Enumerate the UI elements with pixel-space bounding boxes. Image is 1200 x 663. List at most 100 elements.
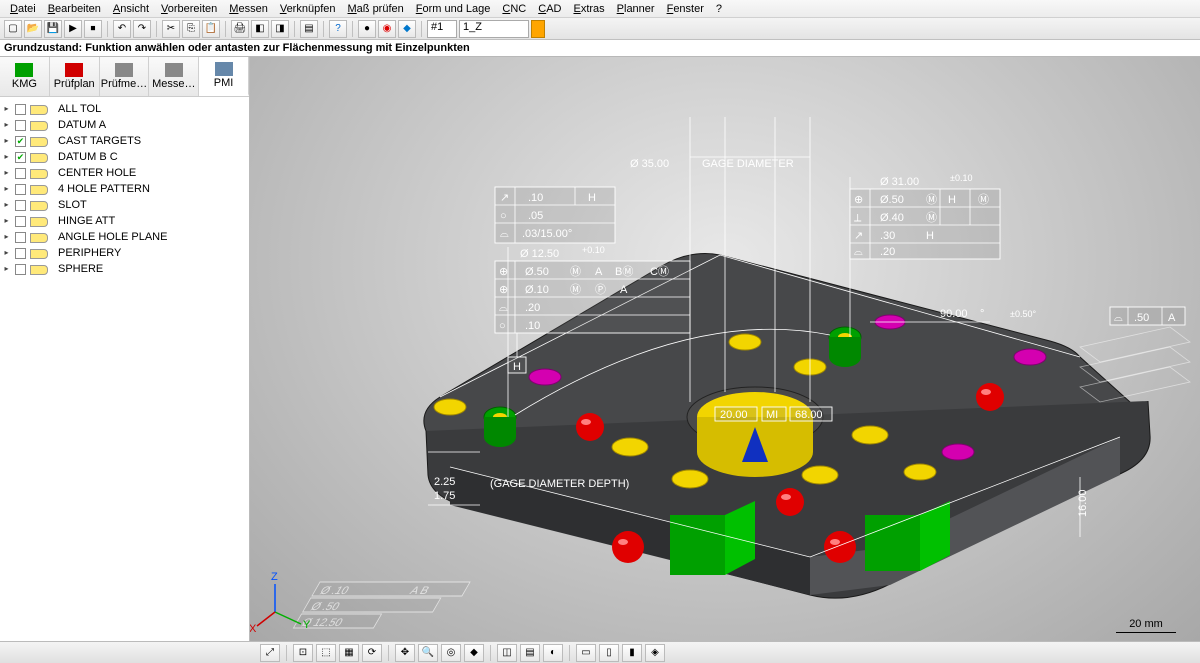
side-tab-messe[interactable]: Messe…: [149, 57, 199, 96]
view-top[interactable]: ▭: [576, 644, 596, 662]
tree-row[interactable]: ▸ANGLE HOLE PLANE: [0, 229, 249, 245]
checkbox[interactable]: [15, 120, 26, 131]
tb-open[interactable]: 📂: [24, 20, 42, 38]
checkbox[interactable]: [15, 248, 26, 259]
coord-dropdown[interactable]: [531, 20, 545, 38]
expander-icon[interactable]: ▸: [2, 265, 11, 274]
expander-icon[interactable]: ▸: [2, 217, 11, 226]
side-tab-prfplan[interactable]: Prüfplan: [50, 57, 100, 96]
view-flag-icon: [30, 231, 54, 243]
view-pan[interactable]: ✥: [395, 644, 415, 662]
svg-text:↗: ↗: [500, 192, 509, 204]
tree-row[interactable]: ▸SPHERE: [0, 261, 249, 277]
svg-text:○: ○: [499, 320, 506, 332]
checkbox[interactable]: ✔: [15, 152, 26, 163]
expander-icon[interactable]: ▸: [2, 105, 11, 114]
expander-icon[interactable]: ▸: [2, 169, 11, 178]
tb-probe[interactable]: ●: [358, 20, 376, 38]
view-orbit[interactable]: ◎: [441, 644, 461, 662]
expander-icon[interactable]: ▸: [2, 121, 11, 130]
callout-diameter-35: Ø 35.00: [630, 158, 669, 170]
view-iso[interactable]: ⬚: [316, 644, 336, 662]
cad-viewport[interactable]: Ø 35.00 GAGE DIAMETER ↗ .10 H ○ .05 ⌓ .0…: [250, 57, 1200, 641]
view-rotate[interactable]: ⟳: [362, 644, 382, 662]
svg-text:Y: Y: [303, 619, 311, 631]
expander-icon[interactable]: ▸: [2, 249, 11, 258]
svg-text:BⓂ: BⓂ: [615, 265, 633, 278]
menu-extras[interactable]: Extras: [567, 2, 610, 16]
view-right[interactable]: ▮: [622, 644, 642, 662]
tb-redo[interactable]: ↷: [133, 20, 151, 38]
tb-elem1[interactable]: ◧: [251, 20, 269, 38]
menu-fenster[interactable]: Fenster: [661, 2, 710, 16]
expander-icon[interactable]: ▸: [2, 233, 11, 242]
tb-undo[interactable]: ↶: [113, 20, 131, 38]
tree-row[interactable]: ▸PERIPHERY: [0, 245, 249, 261]
tree-row[interactable]: ▸CENTER HOLE: [0, 165, 249, 181]
menu-datei[interactable]: Datei: [4, 2, 42, 16]
view-probe[interactable]: ◆: [464, 644, 484, 662]
view-section[interactable]: ◫: [497, 644, 517, 662]
view-flag-icon: [30, 135, 54, 147]
svg-text:Ⓟ: Ⓟ: [595, 283, 606, 296]
view-persp[interactable]: ◈: [645, 644, 665, 662]
tb-save[interactable]: 💾: [44, 20, 62, 38]
checkbox[interactable]: [15, 200, 26, 211]
checkbox[interactable]: [15, 264, 26, 275]
menu-vorbereiten[interactable]: Vorbereiten: [155, 2, 223, 16]
checkbox[interactable]: [15, 184, 26, 195]
main-toolbar: ▢ 📂 💾 ▶ ⏹ ↶ ↷ ✂ ⎘ 📋 🖨 ◧ ◨ ▤ ? ● ◉ ◆ #1 1…: [0, 18, 1200, 40]
tb-probe2[interactable]: ◉: [378, 20, 396, 38]
tree-row[interactable]: ▸HINGE ATT: [0, 213, 249, 229]
expander-icon[interactable]: ▸: [2, 153, 11, 162]
tb-print[interactable]: 🖨: [231, 20, 249, 38]
tree-row[interactable]: ▸✔DATUM B C: [0, 149, 249, 165]
tb-new[interactable]: ▢: [4, 20, 22, 38]
tb-run[interactable]: ▶: [64, 20, 82, 38]
view-layers[interactable]: ▤: [520, 644, 540, 662]
tree-row[interactable]: ▸DATUM A: [0, 117, 249, 133]
side-tab-prfme[interactable]: Prüfme…: [100, 57, 150, 96]
tree-label: SLOT: [58, 199, 87, 211]
tree-row[interactable]: ▸✔CAST TARGETS: [0, 133, 249, 149]
tb-copy[interactable]: ⎘: [182, 20, 200, 38]
tree-row[interactable]: ▸ALL TOL: [0, 101, 249, 117]
side-tab-kmg[interactable]: KMG: [0, 57, 50, 96]
view-front[interactable]: ▯: [599, 644, 619, 662]
checkbox[interactable]: ✔: [15, 136, 26, 147]
view-fit[interactable]: ⊡: [293, 644, 313, 662]
view-zoom[interactable]: 🔍: [418, 644, 438, 662]
checkbox[interactable]: [15, 104, 26, 115]
view-cube[interactable]: ▦: [339, 644, 359, 662]
tb-paste[interactable]: 📋: [202, 20, 220, 38]
checkbox[interactable]: [15, 232, 26, 243]
menu-bearbeiten[interactable]: Bearbeiten: [42, 2, 107, 16]
menu-ansicht[interactable]: Ansicht: [107, 2, 155, 16]
checkbox[interactable]: [15, 216, 26, 227]
tb-finish[interactable]: ⏹: [84, 20, 102, 38]
tb-elem2[interactable]: ◨: [271, 20, 289, 38]
expander-icon[interactable]: ▸: [2, 137, 11, 146]
view-zoom-window[interactable]: ⤢: [260, 644, 280, 662]
tb-cut[interactable]: ✂: [162, 20, 180, 38]
menu-form und lage[interactable]: Form und Lage: [410, 2, 497, 16]
menu-cnc[interactable]: CNC: [496, 2, 532, 16]
tb-report[interactable]: ▤: [300, 20, 318, 38]
tree-row[interactable]: ▸ SLOT: [0, 197, 249, 213]
tb-probe3[interactable]: ◆: [398, 20, 416, 38]
menu-messen[interactable]: Messen: [223, 2, 274, 16]
coord-name-field[interactable]: 1_Z: [459, 20, 529, 38]
side-tab-pmi[interactable]: PMI: [199, 57, 249, 96]
tree-row[interactable]: ▸4 HOLE PATTERN: [0, 181, 249, 197]
tb-help[interactable]: ?: [329, 20, 347, 38]
menu-?[interactable]: ?: [710, 2, 728, 16]
menu-maß prüfen[interactable]: Maß prüfen: [342, 2, 410, 16]
menu-cad[interactable]: CAD: [532, 2, 567, 16]
expander-icon[interactable]: ▸: [2, 185, 11, 194]
expander-icon[interactable]: ▸: [2, 201, 11, 210]
menu-planner[interactable]: Planner: [611, 2, 661, 16]
coord-id-field[interactable]: #1: [427, 20, 457, 38]
view-shade[interactable]: ◐: [543, 644, 563, 662]
menu-verknüpfen[interactable]: Verknüpfen: [274, 2, 342, 16]
checkbox[interactable]: [15, 168, 26, 179]
